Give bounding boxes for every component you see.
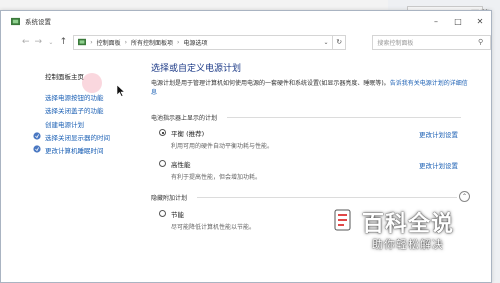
section-label-hidden-plans: 隐藏附加计划: [151, 195, 188, 202]
sidebar-item-create-plan[interactable]: 创建电源计划: [45, 119, 84, 129]
search-icon[interactable]: ⚲: [478, 38, 490, 46]
page-title: 选择或自定义电源计划: [151, 64, 242, 74]
breadcrumb-separator: ›: [177, 38, 180, 46]
page-description: 电源计划是用于管理计算机如何使用电源的一套硬件和系统设置(如显示器亮度、睡眠等)…: [151, 79, 469, 97]
window-controls: – □ ✕: [425, 11, 491, 31]
plan-name-power-saver[interactable]: 节能: [171, 209, 184, 219]
plan-name-balanced[interactable]: 平衡 (推荐): [171, 128, 204, 138]
plan-desc-power-saver: 尽可能降低计算机性能以节能。: [171, 224, 256, 231]
breadcrumb-separator: ›: [90, 38, 93, 46]
breadcrumb-all-items[interactable]: 所有控制面板项: [131, 38, 173, 47]
sidebar-item-lid-close[interactable]: 选择关闭盖子的功能: [45, 105, 104, 115]
shield-icon: [33, 132, 41, 140]
maximize-button[interactable]: □: [447, 11, 469, 31]
breadcrumb-power-options[interactable]: 电源选项: [183, 38, 207, 47]
search-input[interactable]: 搜索控制面板 ⚲: [372, 34, 492, 50]
change-plan-settings-link[interactable]: 更改计划设置: [419, 129, 458, 139]
change-plan-settings-link[interactable]: 更改计划设置: [419, 160, 458, 170]
minimize-button[interactable]: –: [425, 11, 447, 31]
title-bar: 系统设置: [1, 11, 491, 31]
click-highlight: [82, 73, 102, 93]
window-title: 系统设置: [25, 18, 51, 26]
collapse-chevron-icon[interactable]: ⌃: [459, 191, 470, 202]
back-arrow-icon[interactable]: ←: [21, 35, 31, 49]
sidebar-item-sleep-time[interactable]: 更改计算机睡眠时间: [45, 145, 104, 155]
breadcrumb-separator: ›: [124, 38, 128, 46]
breadcrumb[interactable]: › 控制面板 › 所有控制面板项 › 电源选项 ⌄: [73, 34, 334, 50]
control-panel-icon: [78, 38, 87, 46]
plan-desc-balanced: 利用可用的硬件自动平衡功耗与性能。: [171, 143, 274, 150]
address-dropdown-icon[interactable]: ⌄: [320, 39, 332, 46]
watermark-title: 百科全说: [362, 212, 455, 237]
section-label-battery-plans: 电池指示器上显示的计划: [151, 115, 218, 122]
baike-logo-icon: [334, 209, 351, 231]
plan-desc-high-performance: 有利于提高性能，但会增加功耗。: [171, 174, 262, 181]
sidebar-item-display-off[interactable]: 选择关闭显示器的时间: [45, 132, 110, 142]
shield-icon: [33, 145, 41, 153]
close-button[interactable]: ✕: [469, 11, 491, 31]
plan-name-high-performance[interactable]: 高性能: [171, 159, 191, 169]
up-arrow-icon[interactable]: ↑: [59, 35, 69, 49]
watermark: 百科全说 助你轻松解决: [332, 206, 472, 266]
forward-arrow-icon[interactable]: →: [34, 35, 44, 49]
system-settings-icon: [11, 17, 20, 25]
description-text: 电源计划是用于管理计算机如何使用电源的一套硬件和系统设置(如显示器亮度、睡眠等)…: [151, 80, 390, 87]
watermark-subtitle: 助你轻松解决: [372, 238, 444, 251]
plan-radio-high-performance[interactable]: [159, 160, 166, 167]
mouse-cursor-icon: [117, 85, 125, 97]
address-bar: ← → ⌄ ↑ › 控制面板 › 所有控制面板项 › 电源选项 ⌄ ↻ 搜索控制…: [1, 31, 492, 53]
section-divider: [197, 197, 457, 198]
breadcrumb-control-panel[interactable]: 控制面板: [97, 38, 121, 47]
plan-radio-power-saver[interactable]: [159, 210, 166, 217]
search-placeholder: 搜索控制面板: [377, 39, 414, 47]
recent-dropdown-icon[interactable]: ⌄: [46, 35, 56, 49]
plan-radio-balanced[interactable]: [159, 129, 166, 136]
refresh-icon[interactable]: ↻: [333, 34, 347, 50]
sidebar-item-power-button[interactable]: 选择电源按钮的功能: [45, 92, 104, 102]
sidebar-item-home[interactable]: 控制面板主页: [45, 71, 84, 81]
section-divider: [227, 117, 461, 118]
